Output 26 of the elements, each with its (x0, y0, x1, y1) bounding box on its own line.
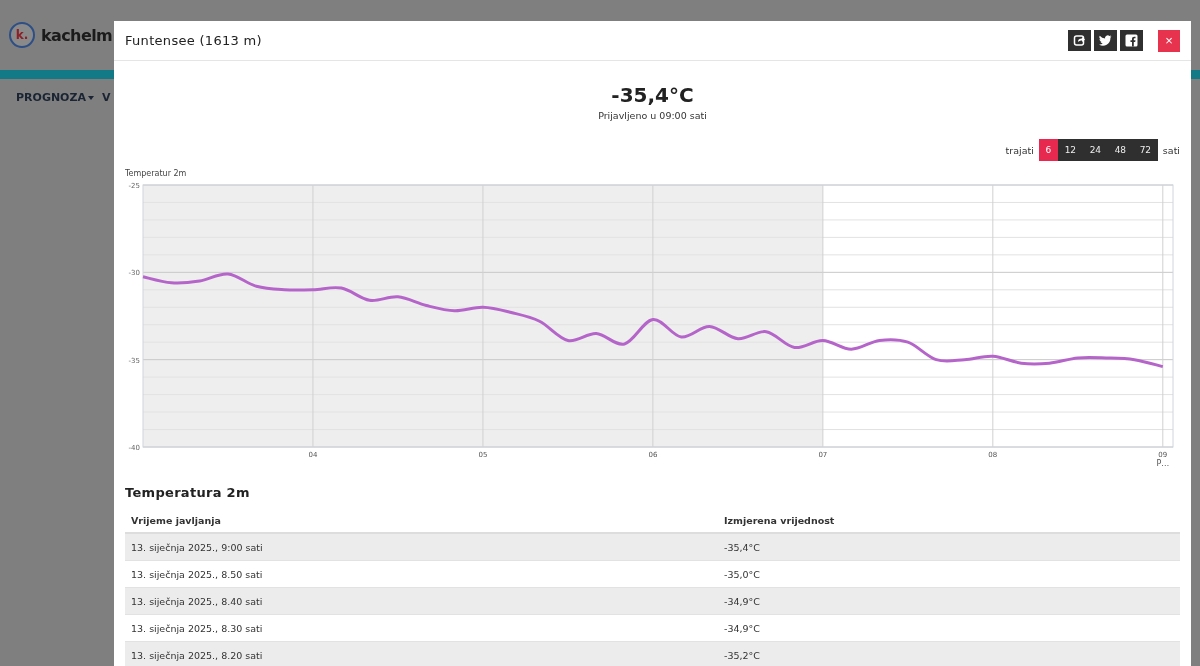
bird-icon (1099, 34, 1112, 47)
duration-option[interactable]: 6 (1038, 139, 1058, 161)
unit-label: sati (1162, 144, 1180, 156)
logo-mark[interactable]: k. (9, 22, 35, 48)
current-temperature: -35,4°C (610, 83, 695, 107)
report-time: Prijavljeno u 09:00 sati (597, 110, 708, 121)
table-title: Temperatura 2m (125, 485, 250, 500)
table-cell: -35,2°C (718, 641, 1180, 666)
table-cell: -35,4°C (718, 533, 1180, 561)
table-cell: 13. siječnja 2025., 9:00 sati (125, 533, 718, 561)
f-logo-icon (1125, 34, 1138, 47)
table-cell: 13. siječnja 2025., 8.40 sati (125, 587, 718, 615)
share-icon (1073, 34, 1086, 47)
nav-item[interactable]: V (101, 91, 111, 104)
logo-text[interactable]: kachelm (41, 25, 113, 45)
bird-button[interactable] (1094, 30, 1117, 51)
table-cell: 13. siječnja 2025., 8.20 sati (125, 641, 718, 666)
nav-item[interactable]: PROGNOZA (16, 91, 94, 104)
axis-label: P… (1156, 459, 1170, 468)
window-title: Funtensee (1613 m) (125, 33, 263, 48)
share-button[interactable] (1068, 30, 1091, 51)
table-cell: -34,9°C (718, 587, 1180, 615)
close-button[interactable]: × (1158, 29, 1180, 52)
axis-title: Temperatur 2m (125, 169, 187, 178)
f-logo-button[interactable] (1120, 30, 1143, 51)
duration-label: trajati (1005, 144, 1034, 156)
